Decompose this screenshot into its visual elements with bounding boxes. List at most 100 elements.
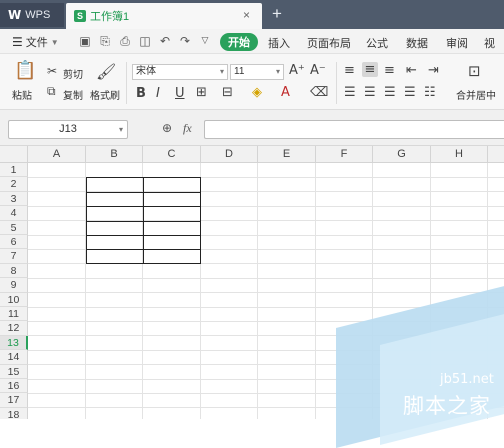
- row-header[interactable]: 5: [0, 220, 28, 235]
- align-center-icon[interactable]: ☰: [364, 85, 376, 100]
- increase-indent-icon[interactable]: ⇥: [428, 63, 439, 78]
- chevron-down-icon: ▼: [50, 37, 59, 47]
- merge-center-label[interactable]: 合并居中: [456, 87, 496, 102]
- column-header-f[interactable]: F: [316, 146, 373, 163]
- ribbon-divider: [336, 62, 337, 104]
- row-header[interactable]: 8: [0, 263, 28, 279]
- row-header[interactable]: 18: [0, 407, 28, 419]
- cell-reference: J13: [59, 123, 77, 135]
- row-header[interactable]: 7: [0, 249, 28, 264]
- save-icon[interactable]: ▣: [78, 34, 92, 48]
- paste-icon[interactable]: 📋: [14, 60, 36, 81]
- font-size-value: 11: [234, 66, 245, 77]
- gridline: [28, 292, 504, 294]
- format-painter-icon[interactable]: 🖌: [96, 62, 116, 81]
- font-name-select[interactable]: 宋体 ▾: [132, 64, 228, 80]
- row-header[interactable]: 2: [0, 177, 28, 192]
- column-header-c[interactable]: C: [143, 146, 201, 163]
- close-icon[interactable]: ×: [243, 8, 250, 22]
- menu-bar: ☰ 文件 ▼ ▣ ⎘ ⎙ ◫ ↶ ↷ ▽ 开始 插入 页面布局 公式 数据 审阅…: [0, 29, 504, 66]
- column-header-d[interactable]: D: [201, 146, 258, 163]
- hamburger-icon: ☰: [12, 35, 23, 49]
- row-header-active[interactable]: 13: [0, 335, 28, 351]
- chevron-down-icon: ▾: [118, 125, 123, 134]
- decrease-font-icon[interactable]: A⁻: [310, 63, 326, 78]
- tab-formulas[interactable]: 公式: [366, 35, 388, 51]
- clear-format-icon[interactable]: ⌫: [310, 85, 328, 100]
- decrease-indent-icon[interactable]: ⇤: [406, 63, 417, 78]
- column-header-g[interactable]: G: [373, 146, 431, 163]
- row-header[interactable]: 16: [0, 379, 28, 394]
- align-left-icon[interactable]: ☰: [344, 85, 356, 100]
- copy-icon[interactable]: ⧉: [47, 84, 56, 99]
- print-icon[interactable]: ⎙: [118, 34, 132, 48]
- align-middle-icon[interactable]: ≡: [362, 62, 378, 77]
- print-preview-icon[interactable]: ◫: [138, 34, 152, 48]
- cell-border: [143, 178, 144, 263]
- align-right-icon[interactable]: ☰: [384, 85, 396, 100]
- distributed-align-icon[interactable]: ☷: [424, 85, 436, 100]
- column-header-h[interactable]: H: [431, 146, 488, 163]
- font-size-select[interactable]: 11 ▾: [230, 64, 284, 80]
- name-box[interactable]: J13 ▾: [8, 120, 128, 139]
- copy-label[interactable]: 复制: [63, 87, 83, 102]
- fill-color-icon[interactable]: ◈: [252, 85, 262, 100]
- font-color-icon[interactable]: A: [281, 85, 290, 100]
- row-header[interactable]: 6: [0, 235, 28, 250]
- gridline: [257, 163, 258, 419]
- row-header[interactable]: 1: [0, 163, 28, 178]
- fx-icon[interactable]: fx: [183, 121, 192, 136]
- select-all-corner[interactable]: [0, 146, 28, 163]
- row-header[interactable]: 4: [0, 206, 28, 221]
- row-header[interactable]: 15: [0, 364, 28, 379]
- justify-icon[interactable]: ☰: [404, 85, 416, 100]
- export-pdf-icon[interactable]: ⎘: [98, 34, 112, 48]
- align-top-icon[interactable]: ≡: [344, 63, 355, 78]
- tab-insert[interactable]: 插入: [268, 35, 290, 51]
- align-bottom-icon[interactable]: ≡: [384, 63, 395, 78]
- row-header[interactable]: 11: [0, 307, 28, 322]
- cell-style-icon[interactable]: ⊟: [222, 85, 233, 100]
- wps-logo-icon: W: [8, 8, 22, 22]
- cut-label[interactable]: 剪切: [63, 66, 83, 81]
- tab-page-layout[interactable]: 页面布局: [307, 35, 351, 51]
- spreadsheet-icon: S: [74, 10, 86, 22]
- chevron-down-icon: ▾: [219, 67, 224, 76]
- column-header-b[interactable]: B: [86, 146, 143, 163]
- italic-icon[interactable]: I: [156, 86, 160, 101]
- tab-wps-label: WPS: [25, 9, 51, 21]
- quick-access-more-icon[interactable]: ▽: [198, 34, 212, 48]
- underline-icon[interactable]: U: [175, 86, 185, 101]
- zoom-lookup-icon[interactable]: ⊕: [162, 121, 172, 135]
- row-header[interactable]: 17: [0, 393, 28, 408]
- bold-icon[interactable]: B: [136, 86, 146, 101]
- tab-data[interactable]: 数据: [406, 35, 428, 51]
- row-header[interactable]: 12: [0, 321, 28, 336]
- column-header-e[interactable]: E: [258, 146, 316, 163]
- column-header-partial[interactable]: [488, 146, 504, 163]
- merge-cells-icon[interactable]: ⊡: [468, 62, 481, 80]
- title-tab-bar: W WPS S 工作簿1 × +: [0, 0, 504, 29]
- tab-start[interactable]: 开始: [220, 33, 258, 51]
- increase-font-icon[interactable]: A⁺: [289, 63, 305, 78]
- redo-icon[interactable]: ↷: [178, 34, 192, 48]
- row-header[interactable]: 14: [0, 350, 28, 365]
- row-header[interactable]: 3: [0, 191, 28, 207]
- tab-review[interactable]: 审阅: [446, 35, 468, 51]
- borders-icon[interactable]: ⊞: [196, 85, 207, 100]
- tab-workbook[interactable]: S 工作簿1 ×: [66, 3, 262, 29]
- row-header[interactable]: 10: [0, 292, 28, 307]
- scissors-icon[interactable]: ✂: [47, 64, 57, 78]
- row-header[interactable]: 9: [0, 278, 28, 293]
- new-tab-button[interactable]: +: [272, 4, 282, 24]
- file-menu[interactable]: ☰ 文件 ▼: [12, 34, 59, 50]
- undo-icon[interactable]: ↶: [158, 34, 172, 48]
- column-header-a[interactable]: A: [28, 146, 86, 163]
- formula-input[interactable]: [204, 120, 504, 139]
- ribbon-toolbar: 📋 粘贴 ✂ 剪切 ⧉ 复制 🖌 格式刷 宋体 ▾ 11 ▾ A⁺ A⁻ B I…: [0, 54, 504, 110]
- tab-wps-home[interactable]: W WPS: [0, 3, 64, 27]
- paste-label[interactable]: 粘贴: [12, 87, 32, 102]
- bordered-cell-range[interactable]: [86, 177, 201, 264]
- formula-bar: J13 ▾ ⊕ fx: [0, 110, 504, 146]
- format-painter-label[interactable]: 格式刷: [90, 87, 120, 102]
